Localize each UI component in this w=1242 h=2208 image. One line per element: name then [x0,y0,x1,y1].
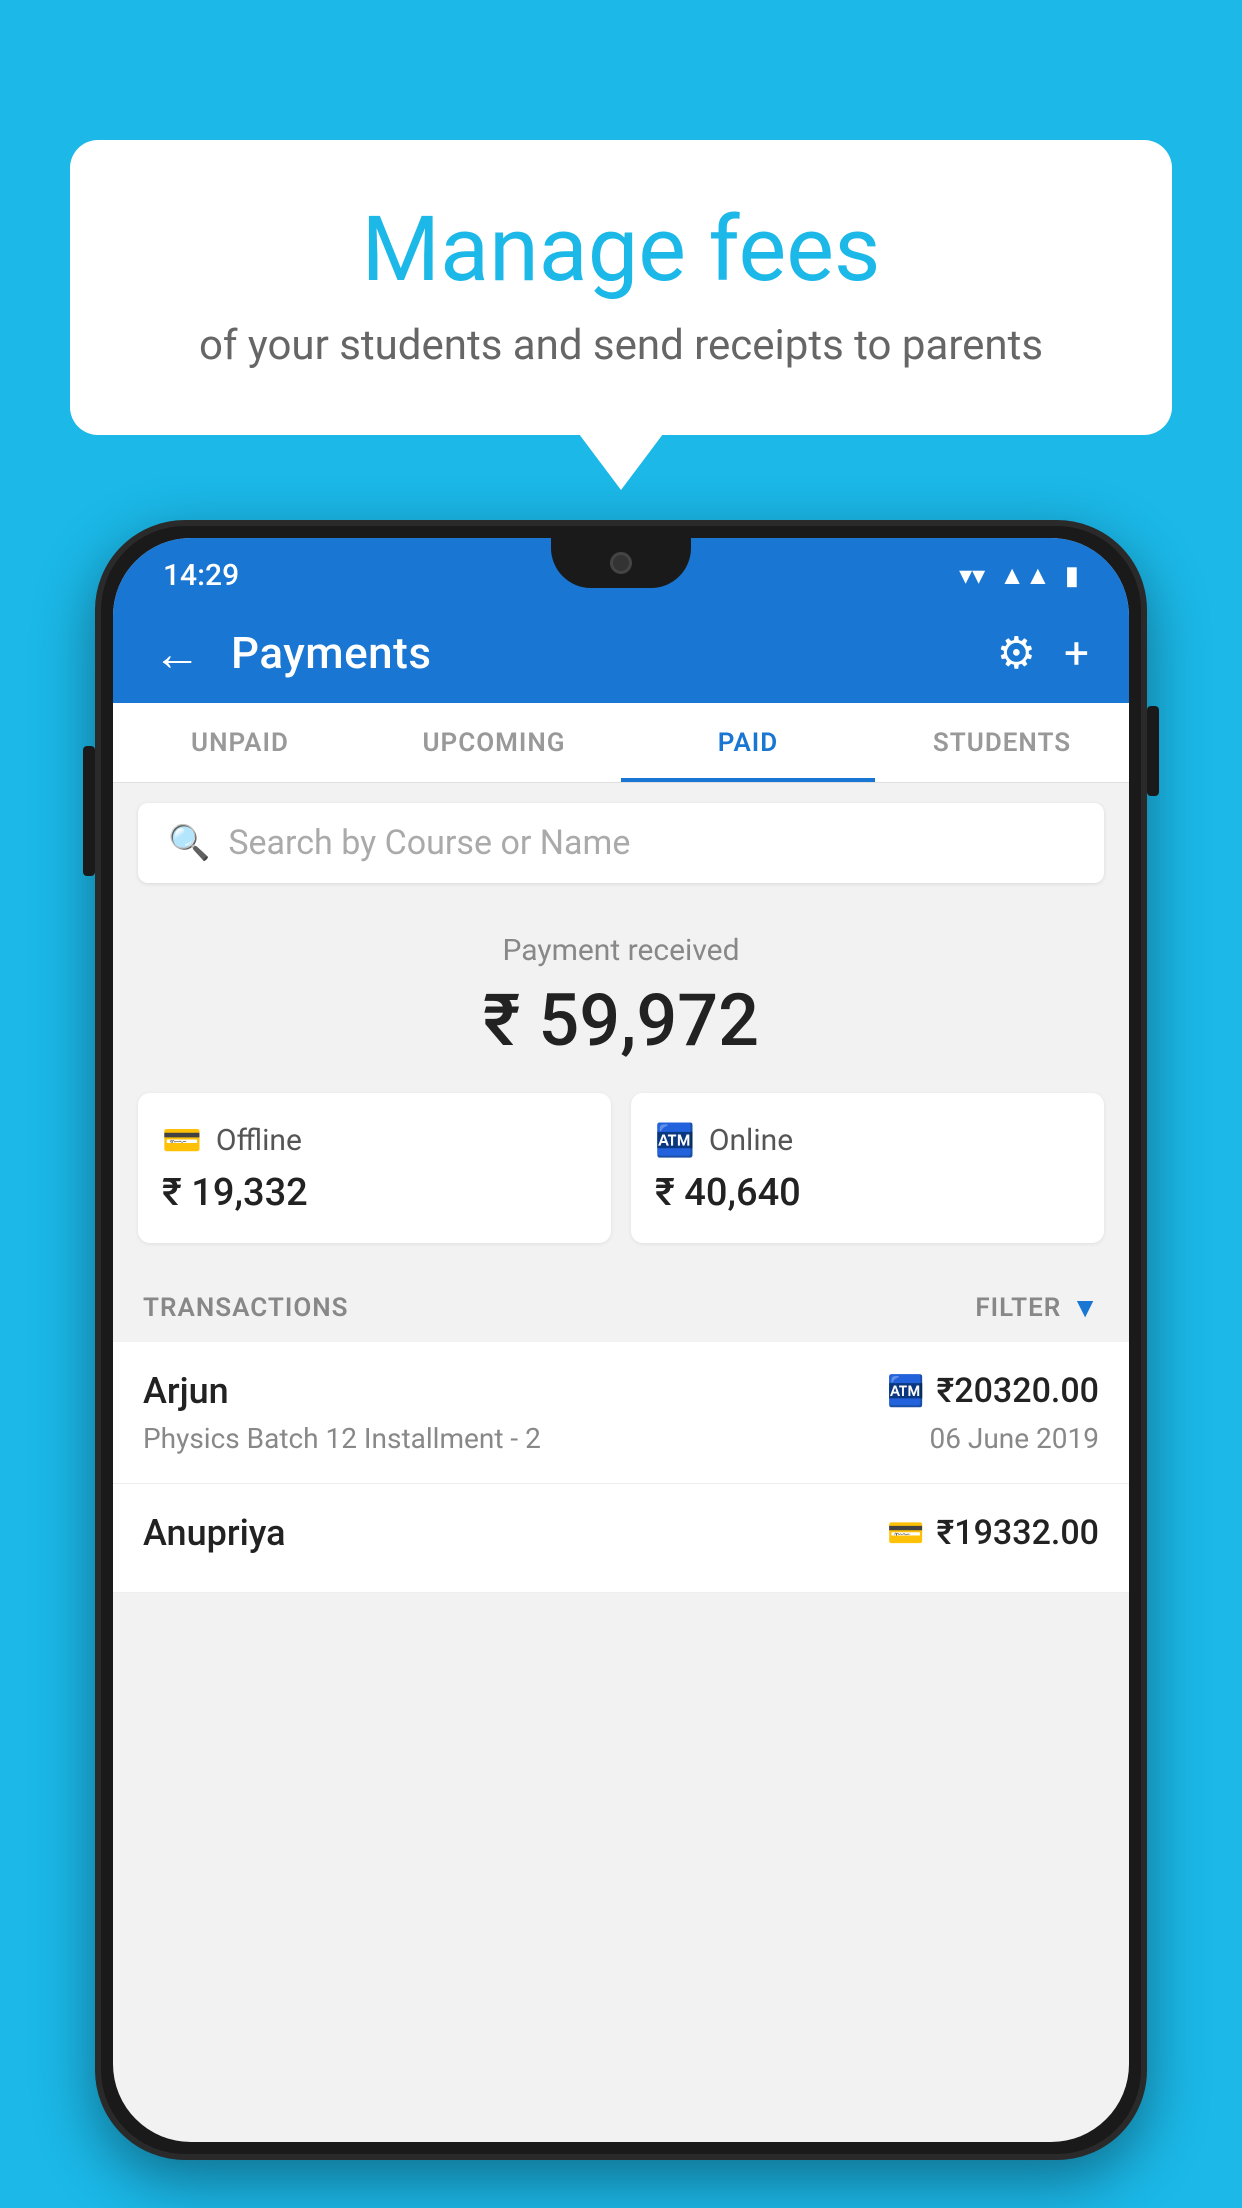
transaction-row1: Anupriya 💳 ₹19332.00 [143,1512,1099,1554]
online-type-label: Online [709,1123,793,1158]
transaction-name: Arjun [143,1370,229,1412]
online-card-header: 🏧 Online [655,1121,1080,1159]
payment-cards: 💳 Offline ₹ 19,332 🏧 Online ₹ 40,640 [113,1093,1129,1273]
wifi-icon: ▾▾ [959,561,985,591]
transaction-amount-row: 🏧 ₹20320.00 [887,1371,1099,1411]
offline-pay-icon: 💳 [887,1516,924,1551]
transaction-row1: Arjun 🏧 ₹20320.00 [143,1370,1099,1412]
transaction-amount: ₹19332.00 [937,1513,1099,1553]
online-card: 🏧 Online ₹ 40,640 [631,1093,1104,1243]
offline-amount: ₹ 19,332 [162,1171,587,1215]
tab-upcoming[interactable]: UPCOMING [367,703,621,782]
offline-card-header: 💳 Offline [162,1121,587,1159]
notch-camera [610,552,632,574]
tab-unpaid[interactable]: UNPAID [113,703,367,782]
phone-notch [551,538,691,588]
gear-icon[interactable]: ⚙ [997,627,1036,679]
status-time: 14:29 [163,558,239,593]
offline-type-label: Offline [216,1123,302,1158]
transaction-date: 06 June 2019 [929,1422,1099,1455]
offline-card: 💳 Offline ₹ 19,332 [138,1093,611,1243]
top-bar: ← Payments ⚙ + [113,603,1129,703]
payment-received-label: Payment received [138,933,1104,968]
online-icon: 🏧 [655,1121,695,1159]
speech-bubble: Manage fees of your students and send re… [70,140,1172,435]
speech-bubble-container: Manage fees of your students and send re… [70,140,1172,435]
search-placeholder: Search by Course or Name [228,823,630,863]
transaction-name: Anupriya [143,1512,286,1554]
search-bar[interactable]: 🔍 Search by Course or Name [138,803,1104,883]
filter-label: FILTER [975,1293,1061,1323]
transaction-row2: Physics Batch 12 Installment - 2 06 June… [143,1422,1099,1455]
transaction-item[interactable]: Arjun 🏧 ₹20320.00 Physics Batch 12 Insta… [113,1342,1129,1484]
transaction-item[interactable]: Anupriya 💳 ₹19332.00 [113,1484,1129,1593]
search-icon: 🔍 [168,823,210,863]
signal-icon: ▲▲ [999,560,1050,591]
payment-total-amount: ₹ 59,972 [138,978,1104,1063]
tab-paid[interactable]: PAID [621,703,875,782]
top-actions: ⚙ + [997,627,1089,679]
filter-icon: ▼ [1071,1291,1099,1324]
transactions-label: TRANSACTIONS [143,1293,349,1323]
battery-icon: ▮ [1065,561,1079,591]
tab-students[interactable]: STUDENTS [875,703,1129,782]
bubble-title: Manage fees [150,200,1092,299]
back-button[interactable]: ← [153,625,201,682]
online-amount: ₹ 40,640 [655,1171,1080,1215]
phone-container: 14:29 ▾▾ ▲▲ ▮ ← Payments ⚙ + UNPAID [95,520,1147,2208]
transaction-amount-row: 💳 ₹19332.00 [887,1513,1099,1553]
filter-button[interactable]: FILTER ▼ [975,1291,1099,1324]
page-title: Payments [231,627,967,679]
bubble-subtitle: of your students and send receipts to pa… [150,321,1092,370]
online-pay-icon: 🏧 [887,1374,924,1409]
offline-icon: 💳 [162,1121,202,1159]
status-icons: ▾▾ ▲▲ ▮ [959,560,1079,591]
plus-icon[interactable]: + [1064,627,1089,679]
phone-screen: 14:29 ▾▾ ▲▲ ▮ ← Payments ⚙ + UNPAID [113,538,1129,2142]
phone-body: 14:29 ▾▾ ▲▲ ▮ ← Payments ⚙ + UNPAID [95,520,1147,2160]
payment-summary: Payment received ₹ 59,972 [113,893,1129,1093]
transaction-course: Physics Batch 12 Installment - 2 [143,1422,541,1455]
tabs: UNPAID UPCOMING PAID STUDENTS [113,703,1129,783]
transactions-header: TRANSACTIONS FILTER ▼ [113,1273,1129,1342]
transaction-amount: ₹20320.00 [937,1371,1099,1411]
